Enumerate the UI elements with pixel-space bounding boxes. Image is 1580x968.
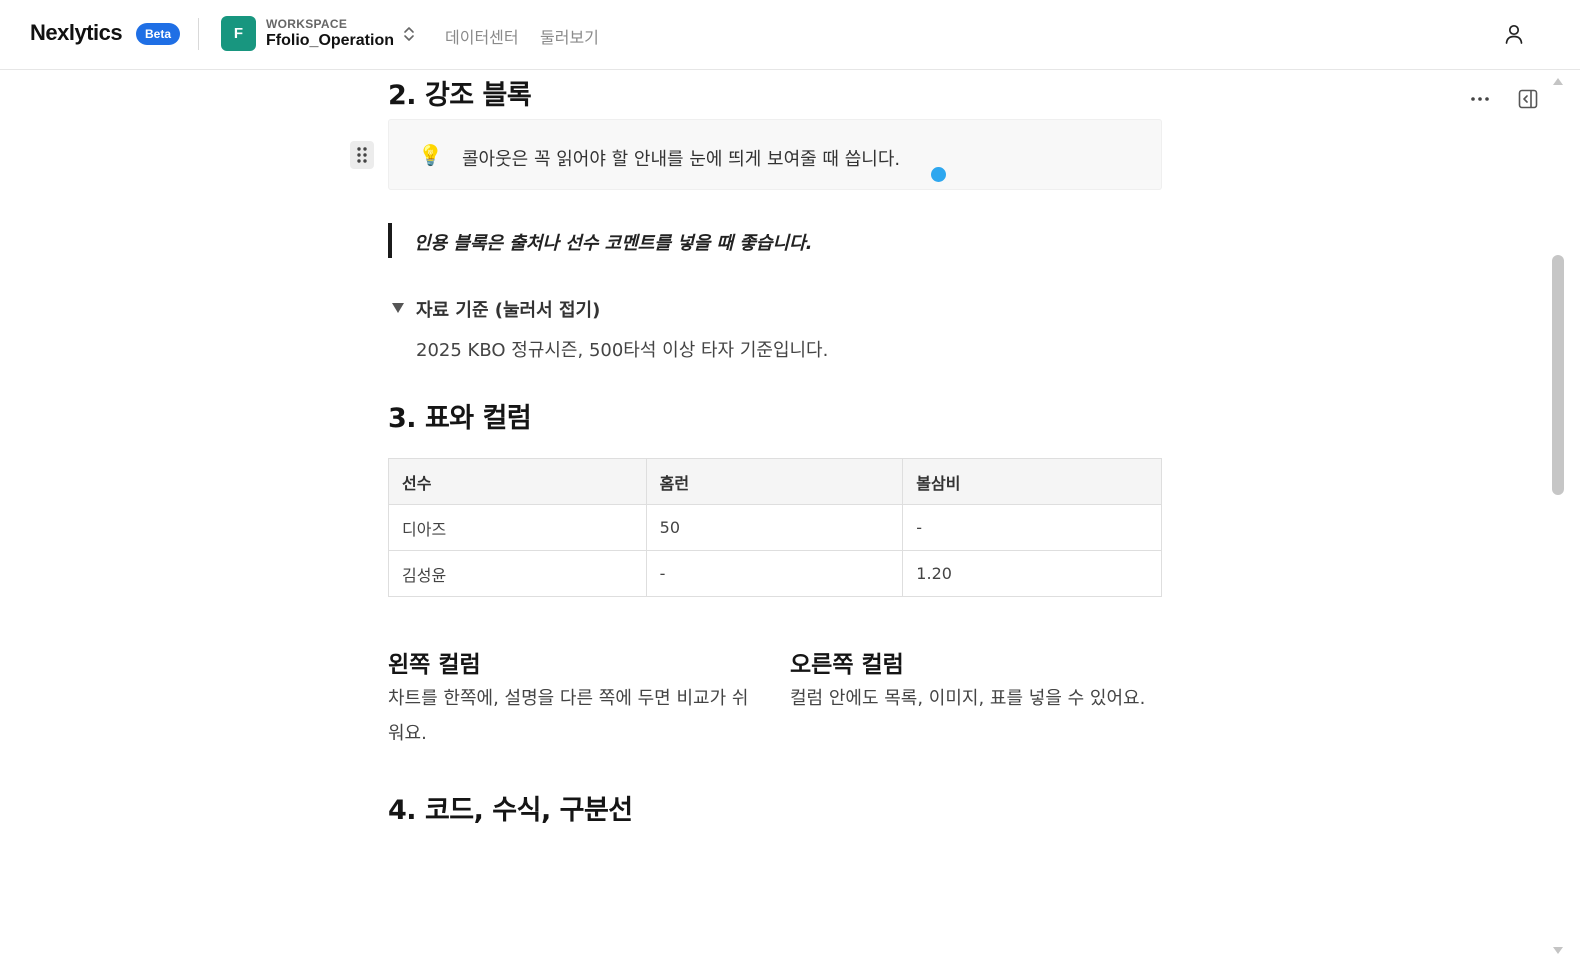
- workspace-name[interactable]: Ffolio_Operation: [266, 32, 394, 50]
- scroll-down-arrow-icon[interactable]: [1551, 945, 1565, 957]
- top-bar: Nexlytics Beta F WORKSPACE Ffolio_Operat…: [0, 0, 1580, 70]
- section-heading-code-math-divider: 4. 코드, 수식, 구분선: [388, 795, 633, 826]
- table-header-row: 선수 홈런 볼삼비: [388, 458, 1162, 505]
- table-header-cell[interactable]: 볼삼비: [902, 458, 1162, 505]
- scrollbar-thumb[interactable]: [1552, 255, 1564, 495]
- brand-logo[interactable]: Nexlytics: [30, 20, 123, 46]
- left-column-title[interactable]: 왼쪽 컬럼: [388, 645, 481, 679]
- table-cell[interactable]: 1.20: [902, 550, 1162, 597]
- divider: [198, 18, 199, 50]
- scroll-up-arrow-icon[interactable]: [1551, 75, 1565, 87]
- right-column-body[interactable]: 컬럼 안에도 목록, 이미지, 표를 넣을 수 있어요.: [790, 681, 1162, 716]
- left-column-body[interactable]: 차트를 한쪽에, 설명을 다른 쪽에 두면 비교가 쉬워요.: [388, 681, 760, 751]
- quote-bar: [388, 223, 392, 258]
- toggle-body[interactable]: 2025 KBO 정규시즌, 500타석 이상 타자 기준입니다.: [416, 336, 828, 362]
- table-header-cell[interactable]: 선수: [388, 458, 647, 505]
- sidebar-toggle-icon[interactable]: [1517, 88, 1539, 110]
- lightbulb-icon: 💡: [418, 145, 443, 167]
- nav-item-explore[interactable]: 둘러보기: [540, 24, 599, 48]
- table-header-cell[interactable]: 홈런: [645, 458, 904, 505]
- section-heading-highlight-blocks: 2. 강조 블록: [388, 80, 532, 111]
- table-row: 디아즈 50 -: [388, 504, 1162, 551]
- more-horizontal-icon[interactable]: [1468, 88, 1492, 108]
- workspace-avatar[interactable]: F: [221, 16, 256, 51]
- beta-badge: Beta: [136, 23, 181, 45]
- drag-handle-icon[interactable]: [350, 141, 374, 169]
- right-column-title[interactable]: 오른쪽 컬럼: [790, 645, 904, 679]
- table-cell[interactable]: 50: [645, 504, 904, 551]
- table-row: 김성윤 - 1.20: [388, 550, 1162, 597]
- triangle-down-icon[interactable]: [390, 301, 406, 315]
- user-icon[interactable]: [1502, 22, 1526, 46]
- text-cursor-handle[interactable]: [931, 167, 946, 182]
- section-heading-table-columns: 3. 표와 컬럼: [388, 403, 532, 434]
- table-cell[interactable]: 디아즈: [388, 504, 647, 551]
- workspace-caption: WORKSPACE: [266, 17, 348, 31]
- nav-item-data-center[interactable]: 데이터센터: [445, 24, 519, 48]
- chevron-up-down-icon[interactable]: [399, 24, 419, 44]
- quote-text[interactable]: 인용 블록은 출처나 선수 코멘트를 넣을 때 좋습니다.: [414, 229, 812, 255]
- callout-text[interactable]: 콜아웃은 꼭 읽어야 할 안내를 눈에 띄게 보여줄 때 씁니다.: [462, 145, 900, 171]
- toggle-title[interactable]: 자료 기준 (눌러서 접기): [416, 296, 600, 322]
- table-cell[interactable]: -: [645, 550, 904, 597]
- table-cell[interactable]: -: [902, 504, 1162, 551]
- data-table[interactable]: 선수 홈런 볼삼비 디아즈 50 - 김성윤 - 1.20: [388, 458, 1162, 597]
- table-cell[interactable]: 김성윤: [388, 550, 647, 597]
